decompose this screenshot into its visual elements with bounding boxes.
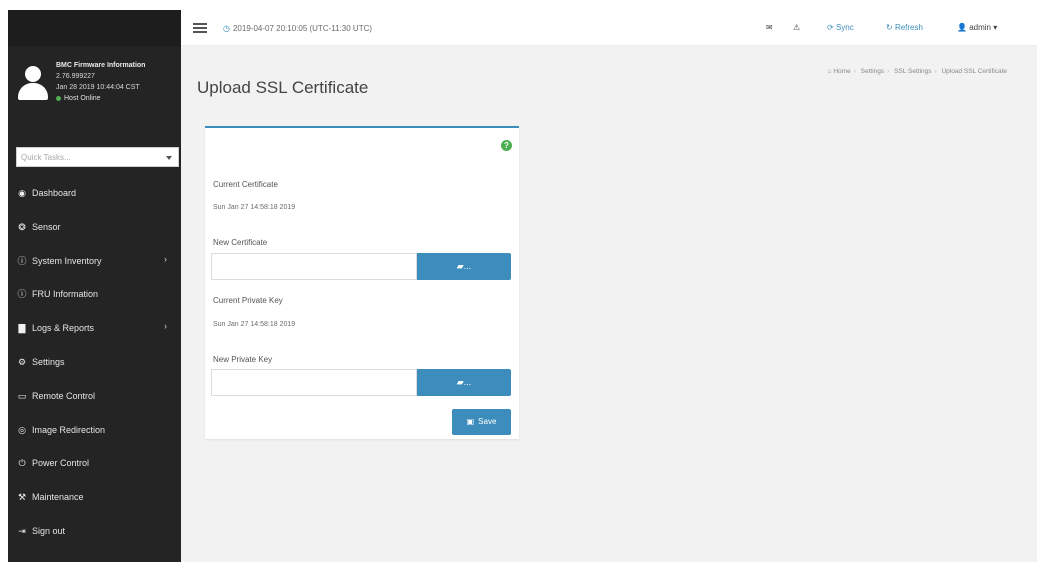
browse-private-key-label: ... — [463, 377, 472, 387]
power-icon: ⏻ — [18, 458, 26, 469]
host-status: Host Online — [56, 93, 178, 104]
new-private-key-input[interactable] — [211, 369, 417, 396]
firmware-info: BMC Firmware Information 2.76.999227 Jan… — [56, 60, 178, 104]
top-header: ◷ 2019-04-07 20:10:05 (UTC-11:30 UTC) ✉ ⚠… — [181, 10, 1037, 46]
main-content: Upload SSL Certificate ⌂ Home › Settings ›… — [181, 46, 1037, 562]
breadcrumb-current: Upload SSL Certificate — [941, 68, 1007, 75]
sidebar-item-sensor[interactable]: ❂ Sensor — [8, 212, 181, 242]
wrench-icon: ⚒ — [17, 492, 27, 503]
current-certificate-value: Sun Jan 27 14:58:18 2019 — [213, 204, 296, 211]
firmware-build-date: Jan 28 2019 10:44:04 CST — [56, 84, 140, 91]
quick-tasks-select[interactable]: Quick Tasks... — [16, 147, 179, 167]
chevron-right-icon: › — [164, 321, 167, 332]
sidebar-item-label: Sign out — [32, 526, 66, 536]
sidebar-item-remote-control[interactable]: ▭ Remote Control — [8, 381, 181, 411]
status-dot-icon — [56, 95, 61, 101]
new-certificate-input[interactable] — [211, 253, 417, 280]
sidebar-item-system-inventory[interactable]: ⓘ System Inventory › — [8, 246, 181, 276]
monitor-icon: ▭ — [17, 390, 27, 401]
user-menu-button[interactable]: 👤 admin ▾ — [957, 23, 997, 32]
caret-down-icon: ▾ — [993, 23, 998, 32]
chevron-down-icon — [166, 156, 172, 160]
browse-private-key-button[interactable]: ▰... — [417, 369, 511, 396]
breadcrumb-ssl-settings[interactable]: SSL Settings — [894, 68, 931, 75]
sync-button[interactable]: ⟳ Sync — [827, 23, 854, 32]
warning-icon[interactable]: ⚠ — [793, 23, 800, 32]
current-private-key-value: Sun Jan 27 14:58:18 2019 — [213, 321, 296, 328]
sidebar-item-label: Power Control — [32, 458, 90, 469]
user-icon: 👤 — [957, 23, 967, 32]
disc-icon: ◎ — [18, 424, 26, 435]
refresh-label: Refresh — [894, 23, 923, 32]
chevron-right-icon: › — [164, 253, 167, 264]
user-panel: BMC Firmware Information 2.76.999227 Jan… — [8, 58, 181, 134]
new-certificate-label: New Certificate — [213, 238, 268, 247]
envelope-icon[interactable]: ✉ — [766, 23, 773, 32]
refresh-icon: ↻ — [886, 23, 893, 32]
sidebar-item-label: Dashboard — [32, 188, 77, 198]
browse-certificate-label: ... — [463, 261, 472, 271]
dashboard-icon: ◉ — [18, 188, 26, 198]
sidebar-item-sign-out[interactable]: ⇥ Sign out — [8, 516, 181, 546]
sidebar-item-dashboard[interactable]: ◉ Dashboard — [8, 178, 181, 208]
upload-ssl-card: ? Current Certificate Sun Jan 27 14:58:1… — [205, 126, 519, 439]
breadcrumb: ⌂ Home › Settings › SSL Settings › Upload S… — [827, 68, 1007, 75]
sidebar-item-label: FRU Information — [32, 289, 99, 300]
save-button[interactable]: ▣ Save — [452, 409, 511, 435]
sidebar-item-label: Remote Control — [32, 390, 96, 401]
sync-icon: ⟳ — [827, 23, 834, 32]
refresh-button[interactable]: ↻ Refresh — [886, 23, 923, 32]
breadcrumb-home[interactable]: Home — [833, 68, 850, 75]
sidebar-item-maintenance[interactable]: ⚒ Maintenance — [8, 482, 181, 512]
sign-out-icon: ⇥ — [18, 526, 26, 536]
firmware-version: 2.76.999227 — [56, 73, 95, 80]
new-private-key-label: New Private Key — [213, 355, 273, 364]
current-private-key-label: Current Private Key — [213, 296, 283, 305]
sidebar-item-image-redirection[interactable]: ◎ Image Redirection — [8, 415, 181, 445]
breadcrumb-settings[interactable]: Settings — [861, 68, 885, 75]
browse-certificate-button[interactable]: ▰... — [417, 253, 511, 280]
user-avatar-icon — [18, 66, 48, 102]
folder-icon: ▰ — [456, 377, 464, 387]
sidebar-item-power-control[interactable]: ⏻ Power Control — [8, 448, 181, 478]
info-icon: ⓘ — [17, 255, 27, 266]
hamburger-menu-icon[interactable] — [193, 23, 207, 33]
sync-label: Sync — [835, 23, 854, 32]
sidebar: BMC Firmware Information 2.76.999227 Jan… — [8, 10, 181, 562]
sidebar-item-logs-reports[interactable]: ▇ Logs & Reports › — [8, 313, 181, 343]
sidebar-logo-area — [8, 10, 181, 46]
sidebar-item-label: Sensor — [32, 221, 61, 232]
datetime-display: ◷ 2019-04-07 20:10:05 (UTC-11:30 UTC) — [223, 24, 372, 33]
sensor-icon: ❂ — [18, 221, 26, 232]
sidebar-item-label: Settings — [32, 357, 65, 367]
current-certificate-label: Current Certificate — [213, 180, 278, 189]
info-icon: ⓘ — [17, 289, 27, 300]
user-name: admin — [969, 23, 991, 32]
quick-tasks-placeholder: Quick Tasks... — [21, 153, 71, 162]
save-icon: ▣ — [466, 417, 475, 426]
host-status-label: Host Online — [64, 95, 101, 102]
sidebar-item-fru-information[interactable]: ⓘ FRU Information — [8, 279, 181, 309]
gear-icon: ⚙ — [17, 357, 27, 367]
clock-icon: ◷ — [223, 24, 230, 33]
home-icon: ⌂ — [827, 68, 832, 75]
save-label: Save — [478, 417, 497, 426]
page-title: Upload SSL Certificate — [197, 78, 369, 97]
datetime-text: 2019-04-07 20:10:05 (UTC-11:30 UTC) — [232, 24, 373, 33]
sidebar-item-label: System Inventory — [32, 255, 102, 266]
help-icon[interactable]: ? — [501, 140, 512, 151]
firmware-title: BMC Firmware Information — [56, 62, 146, 69]
folder-icon: ▰ — [456, 261, 464, 271]
sidebar-item-label: Maintenance — [32, 492, 84, 503]
sidebar-item-label: Logs & Reports — [32, 323, 95, 334]
sidebar-item-settings[interactable]: ⚙ Settings — [8, 347, 181, 377]
sidebar-item-label: Image Redirection — [32, 424, 106, 435]
bar-chart-icon: ▇ — [18, 323, 26, 334]
